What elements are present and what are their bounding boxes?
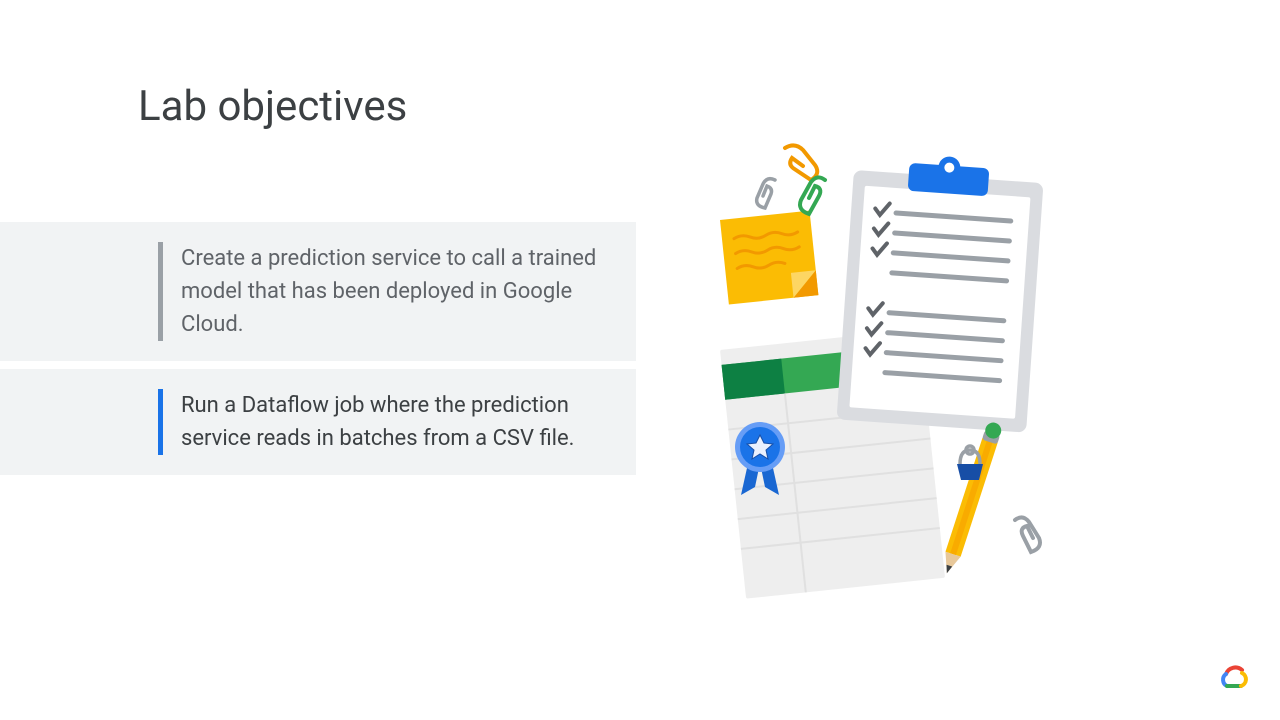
objective-text: Run a Dataflow job where the prediction … [163, 389, 614, 455]
page-title: Lab objectives [138, 82, 407, 131]
stationery-illustration [685, 140, 1125, 610]
paperclip-icon [1015, 517, 1040, 552]
paperclip-icon [785, 145, 817, 180]
spacer [20, 389, 158, 455]
google-cloud-logo-icon [1216, 658, 1252, 694]
paperclip-icon [757, 179, 775, 208]
objectives-list: Create a prediction service to call a tr… [0, 222, 636, 483]
paperclip-icon [800, 177, 825, 214]
objective-item: Create a prediction service to call a tr… [0, 222, 636, 361]
spacer [20, 242, 158, 341]
objective-text: Create a prediction service to call a tr… [163, 242, 614, 341]
objective-item-active: Run a Dataflow job where the prediction … [0, 369, 636, 475]
